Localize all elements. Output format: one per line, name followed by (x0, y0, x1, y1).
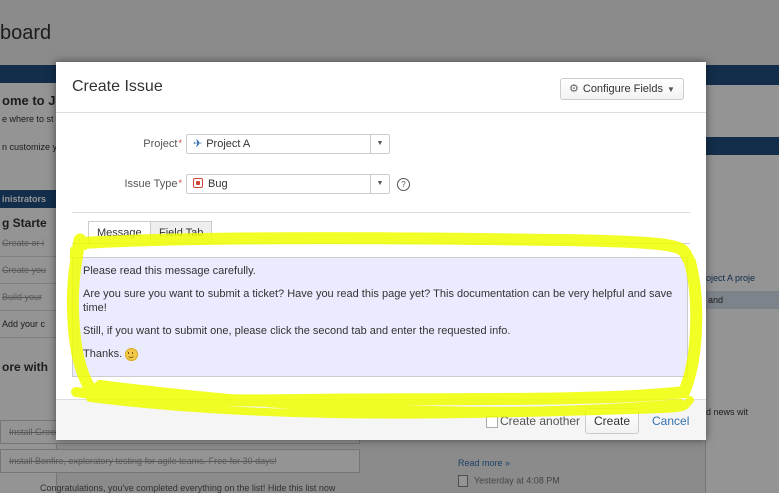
create-another-label[interactable]: Create another (500, 414, 580, 428)
project-icon: ✈ (193, 138, 203, 150)
message-line: Thanks. (83, 348, 123, 360)
form-divider (72, 212, 690, 213)
project-label-text: Project (143, 138, 178, 150)
dialog-title: Create Issue (72, 78, 163, 95)
bug-icon (193, 178, 203, 189)
help-icon[interactable]: ? (397, 178, 410, 191)
required-marker: * (178, 138, 182, 148)
required-marker: * (178, 178, 182, 188)
tab-field-tab[interactable]: Field Tab (149, 221, 213, 244)
chevron-down-icon[interactable]: ▼ (370, 135, 389, 153)
chevron-down-icon: ▼ (666, 85, 675, 94)
gear-icon: ⚙ (569, 83, 579, 95)
dialog-header: Create Issue ⚙ Configure Fields ▼ (56, 62, 706, 113)
tab-message[interactable]: Message (88, 221, 151, 244)
project-label: Project* (72, 138, 182, 150)
chevron-down-icon[interactable]: ▼ (370, 175, 389, 193)
issue-type-label-text: Issue Type (124, 178, 178, 190)
message-line: Are you sure you want to submit a ticket… (83, 288, 673, 314)
create-issue-dialog: Create Issue ⚙ Configure Fields ▼ Project*… (56, 62, 706, 440)
issue-type-select[interactable]: Bug ▼ (186, 174, 390, 194)
project-value: Project A (206, 138, 251, 150)
message-line: Please read this message carefully. (83, 265, 256, 277)
tab-bar: Message Field Tab (88, 221, 213, 244)
cancel-link[interactable]: Cancel (652, 414, 689, 428)
issue-type-value: Bug (208, 178, 228, 190)
dialog-footer: Create another Create Cancel (56, 399, 706, 440)
issue-type-label: Issue Type* (72, 178, 182, 190)
smiley-icon (125, 347, 139, 361)
create-another-checkbox[interactable] (486, 416, 498, 428)
message-panel: Please read this message carefully. Are … (72, 257, 688, 377)
configure-fields-button[interactable]: ⚙ Configure Fields ▼ (560, 78, 684, 100)
tab-underline (72, 243, 690, 244)
project-select[interactable]: ✈ Project A ▼ (186, 134, 390, 154)
message-line: Still, if you want to submit one, please… (83, 325, 511, 337)
configure-fields-label: Configure Fields (582, 83, 663, 95)
create-button[interactable]: Create (585, 408, 640, 434)
